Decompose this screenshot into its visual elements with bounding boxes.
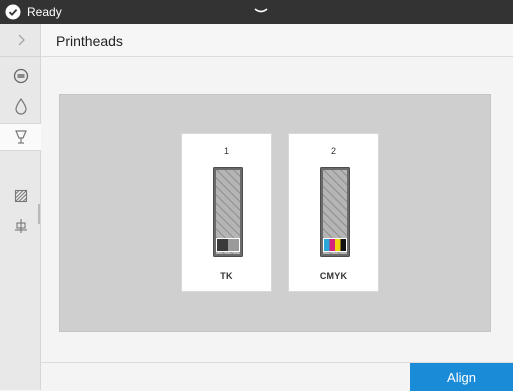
printhead-slot-number: 2 bbox=[330, 146, 336, 156]
sidebar-item-expand[interactable] bbox=[0, 24, 41, 56]
printheads-panel: 1 TK 2 CMYK bbox=[59, 94, 491, 332]
gauge-icon bbox=[13, 68, 28, 84]
media-roll-icon bbox=[14, 189, 27, 203]
sidebar-item-paper[interactable] bbox=[0, 184, 41, 208]
sidebar bbox=[0, 24, 41, 390]
sidebar-item-printer-status[interactable] bbox=[0, 64, 41, 88]
footer-bar: Align bbox=[41, 362, 513, 391]
align-button[interactable]: Align bbox=[410, 363, 513, 391]
printhead-slot-number: 1 bbox=[223, 146, 229, 156]
sidebar-scrollbar[interactable] bbox=[38, 204, 40, 224]
ink-drop-icon bbox=[14, 97, 27, 115]
alignment-tool-icon bbox=[14, 219, 27, 233]
printhead-name: TK bbox=[220, 271, 233, 281]
printhead-card-1[interactable]: 1 TK bbox=[181, 133, 272, 292]
printhead-icon bbox=[320, 167, 350, 257]
status-bar: Ready bbox=[0, 0, 513, 24]
status-text: Ready bbox=[27, 5, 62, 19]
printhead-name: CMYK bbox=[319, 271, 348, 281]
chevron-down-icon[interactable] bbox=[254, 7, 268, 15]
printhead-card-2[interactable]: 2 CMYK bbox=[288, 133, 379, 292]
sidebar-item-printheads[interactable] bbox=[0, 123, 41, 151]
page-header: Printheads bbox=[41, 24, 513, 57]
check-circle-icon bbox=[5, 4, 21, 20]
page-title: Printheads bbox=[56, 33, 123, 49]
sidebar-item-maintenance[interactable] bbox=[0, 214, 41, 238]
chevron-right-icon bbox=[18, 34, 25, 46]
printhead-icon bbox=[213, 167, 243, 257]
printhead-icon bbox=[14, 130, 27, 144]
sidebar-divider bbox=[0, 56, 41, 57]
main-content: 1 TK 2 CMYK bbox=[41, 57, 513, 362]
sidebar-item-ink[interactable] bbox=[0, 94, 41, 118]
